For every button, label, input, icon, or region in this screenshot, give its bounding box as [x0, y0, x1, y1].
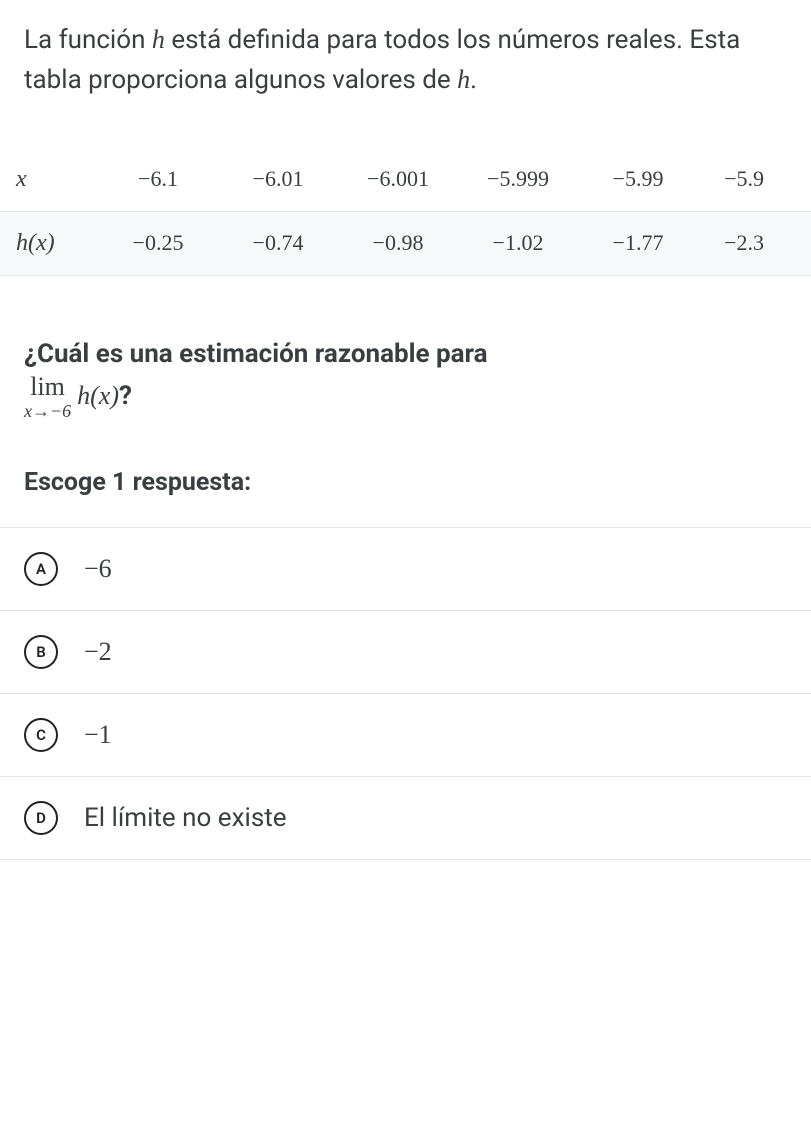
intro-func-h2: h	[457, 65, 470, 94]
table-cell: −6.01	[218, 166, 338, 193]
choice-b[interactable]: B −2	[0, 610, 811, 693]
radio-c[interactable]: C	[24, 718, 58, 752]
table-cell: −6.001	[338, 166, 458, 193]
choice-b-label: −2	[84, 637, 112, 667]
question-mark: ?	[119, 381, 132, 411]
intro-text-3: .	[470, 65, 477, 95]
table-cell: −1.77	[578, 230, 698, 257]
problem-intro: La función h está definida para todos lo…	[0, 20, 811, 100]
radio-d[interactable]: D	[24, 801, 58, 835]
limit-approach: x→−6	[24, 402, 71, 420]
limit-expression: lim x→−6	[24, 374, 71, 420]
table-row: x −6.1 −6.01 −6.001 −5.999 −5.99 −5.9	[0, 148, 811, 211]
choice-a-label: −6	[84, 554, 112, 584]
table-cell: −5.99	[578, 166, 698, 193]
table-cell: −1.02	[458, 230, 578, 257]
choice-d[interactable]: D El límite no existe	[0, 776, 811, 860]
choice-a[interactable]: A −6	[0, 527, 811, 610]
table-cell: −0.25	[98, 230, 218, 257]
table-cell: −5.9	[698, 166, 768, 193]
intro-func-h: h	[152, 25, 165, 54]
choose-prompt: Escoge 1 respuesta:	[0, 468, 811, 497]
table-cell: −5.999	[458, 166, 578, 193]
limit-func: h(x)	[77, 381, 119, 410]
table-cell: −0.98	[338, 230, 458, 257]
table-header-x: x	[16, 166, 98, 193]
table-row: h(x) −0.25 −0.74 −0.98 −1.02 −1.77 −2.3	[0, 211, 811, 276]
table-cell: −6.1	[98, 166, 218, 193]
choice-c-label: −1	[84, 720, 112, 750]
values-table: x −6.1 −6.01 −6.001 −5.999 −5.99 −5.9 h(…	[0, 148, 811, 276]
intro-text-1: La función	[24, 25, 152, 55]
table-cell: −0.74	[218, 230, 338, 257]
choice-c[interactable]: C −1	[0, 693, 811, 776]
question-text: ¿Cuál es una estimación razonable para l…	[0, 336, 811, 420]
table-header-hx: h(x)	[16, 230, 98, 257]
table-cell: −2.3	[698, 230, 768, 257]
radio-b[interactable]: B	[24, 635, 58, 669]
limit-lim: lim	[24, 374, 71, 400]
question-part1: ¿Cuál es una estimación razonable para	[24, 339, 488, 369]
answer-choices: A −6 B −2 C −1 D El límite no existe	[0, 527, 811, 860]
radio-a[interactable]: A	[24, 552, 58, 586]
choice-d-label: El límite no existe	[84, 803, 287, 833]
